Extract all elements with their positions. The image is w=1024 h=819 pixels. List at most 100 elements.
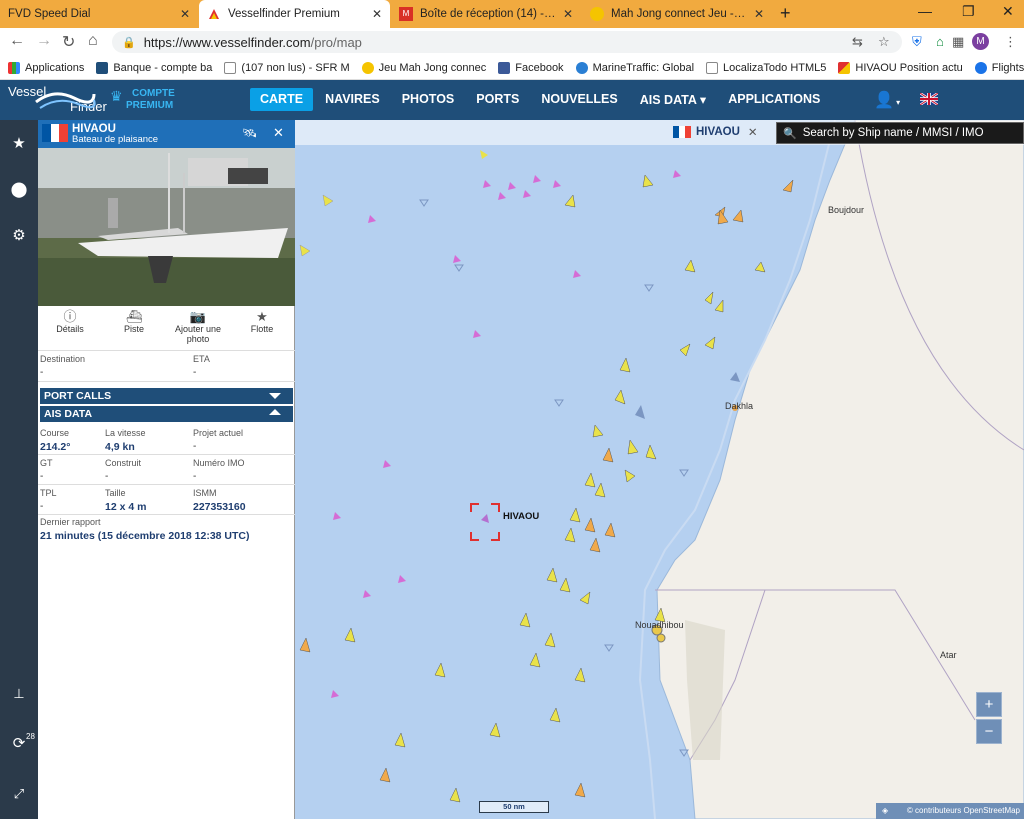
kebab-menu-icon[interactable]: ⋮ bbox=[1004, 34, 1017, 50]
gmail-icon: M bbox=[399, 7, 413, 21]
vessel-type: Bateau de plaisance bbox=[72, 134, 159, 145]
reload-icon[interactable]: ↻ bbox=[62, 32, 75, 52]
tab-fvd-speed-dial[interactable]: FVD Speed Dial ✕ bbox=[0, 0, 198, 28]
menu-photos[interactable]: PHOTOS bbox=[392, 88, 465, 111]
menu-navires[interactable]: NAVIRES bbox=[315, 88, 390, 111]
facebook-icon bbox=[498, 61, 511, 74]
new-tab-button[interactable]: + bbox=[780, 3, 791, 24]
star-icon[interactable]: ☆ bbox=[878, 34, 890, 50]
built-label: Construit bbox=[105, 458, 142, 468]
menu-ais-data[interactable]: AIS DATA ▾ bbox=[630, 88, 716, 111]
close-icon[interactable]: ✕ bbox=[180, 7, 190, 21]
size-label: Taille bbox=[105, 488, 126, 498]
zoom-out-button[interactable]: − bbox=[976, 719, 1002, 744]
tab-vesselfinder[interactable]: Vesselfinder Premium ✕ bbox=[199, 0, 390, 28]
tab-gmail[interactable]: M Boîte de réception (14) - martine ✕ bbox=[391, 0, 581, 28]
divider bbox=[38, 381, 295, 382]
fleet-button[interactable]: ★ Flotte bbox=[230, 309, 294, 348]
vessel-photo[interactable] bbox=[38, 148, 295, 306]
bookmark-flights[interactable]: Flights bbox=[974, 61, 1024, 74]
satellite-icon[interactable]: 🛰 bbox=[242, 126, 257, 140]
star-icon[interactable]: ★ bbox=[0, 134, 38, 152]
vesselfinder-favicon-icon bbox=[838, 61, 851, 74]
shield-icon[interactable]: ⛨ bbox=[912, 34, 922, 50]
port-calls-section[interactable]: PORT CALLS bbox=[40, 388, 293, 404]
menu-carte[interactable]: CARTE bbox=[250, 88, 314, 111]
tab-title: FVD Speed Dial bbox=[8, 8, 91, 20]
bookmark-marinetraffic[interactable]: MarineTraffic: Global bbox=[575, 61, 694, 74]
star-icon: ★ bbox=[256, 309, 268, 324]
bookmark-applications[interactable]: Applications bbox=[8, 61, 84, 74]
back-icon[interactable]: ← bbox=[9, 32, 25, 50]
tab-mahjong[interactable]: Mah Jong connect Jeu - Jeuxclic ✕ bbox=[582, 0, 772, 28]
divider bbox=[38, 350, 295, 351]
menu-applications[interactable]: APPLICATIONS bbox=[718, 88, 830, 111]
close-icon[interactable]: ✕ bbox=[372, 7, 382, 21]
zoom-in-button[interactable]: + bbox=[976, 692, 1002, 717]
maximize-button[interactable]: ❐ bbox=[962, 3, 975, 20]
draught-value: - bbox=[193, 441, 197, 452]
avatar[interactable]: M bbox=[972, 33, 989, 50]
menu-nouvelles[interactable]: NOUVELLES bbox=[531, 88, 627, 111]
page-icon bbox=[224, 61, 237, 74]
chevron-up-icon bbox=[269, 409, 281, 415]
bookmark-mahjong[interactable]: Jeu Mah Jong connec bbox=[361, 61, 486, 74]
minimize-button[interactable]: — bbox=[918, 3, 932, 19]
close-icon[interactable]: ✕ bbox=[748, 125, 758, 139]
antenna-icon[interactable]: ⊥ bbox=[0, 686, 38, 702]
map[interactable]: HIVAOU ✕ 🔍 Search by Ship name / MMSI / … bbox=[295, 120, 1024, 819]
close-icon[interactable]: ✕ bbox=[273, 125, 284, 141]
marinetraffic-icon bbox=[575, 61, 588, 74]
imo-label: Numéro IMO bbox=[193, 458, 245, 468]
info-icon: ⓘ bbox=[63, 309, 77, 324]
details-button[interactable]: ⓘ Détails bbox=[38, 309, 102, 348]
selected-vessel-label: HIVAOU bbox=[503, 511, 540, 522]
home-icon[interactable]: ⌂ bbox=[88, 32, 98, 50]
close-icon[interactable]: ✕ bbox=[754, 7, 764, 21]
bookmark-sfr[interactable]: (107 non lus) - SFR M bbox=[224, 61, 350, 74]
lock-icon: 🔒 bbox=[122, 36, 136, 49]
mmsi-value: 227353160 bbox=[193, 501, 246, 513]
ship-search-input[interactable]: 🔍 Search by Ship name / MMSI / IMO bbox=[776, 122, 1024, 144]
url-input[interactable]: 🔒 https://www.vesselfinder.com/pro/map bbox=[112, 31, 902, 53]
extension-home-icon[interactable]: ⌂ bbox=[936, 34, 944, 49]
tab-title: Mah Jong connect Jeu - Jeuxclic bbox=[611, 8, 748, 20]
tab-title: Boîte de réception (14) - martine bbox=[420, 8, 557, 20]
user-icon[interactable]: 👤 ▾ bbox=[874, 90, 900, 110]
bookmark-localizatodo[interactable]: LocalizaTodo HTML5 bbox=[706, 61, 826, 74]
divider bbox=[38, 514, 295, 515]
bookmark-facebook[interactable]: Facebook bbox=[498, 61, 564, 74]
divider bbox=[38, 454, 295, 455]
premium-crown-icon: ♛ bbox=[110, 88, 123, 104]
place-dakhla: Dakhla bbox=[725, 401, 754, 411]
camera-icon: 📷 bbox=[189, 309, 207, 324]
eta-value: - bbox=[193, 367, 197, 378]
bookmark-hivaou-position[interactable]: HIVAOU Position actu bbox=[838, 61, 963, 74]
premium-account[interactable]: ♛ COMPTE PREMIUM bbox=[110, 88, 175, 112]
close-icon[interactable]: ✕ bbox=[563, 7, 573, 21]
forward-icon[interactable]: → bbox=[36, 32, 52, 50]
bookmark-banque[interactable]: Banque - compte ba bbox=[96, 61, 212, 74]
vessel-panel-header: HIVAOU Bateau de plaisance 🛰 ✕ bbox=[38, 120, 295, 148]
expand-icon[interactable]: ⤢ bbox=[0, 786, 38, 802]
bank-icon bbox=[96, 61, 109, 74]
gear-icon[interactable]: ⚙ bbox=[0, 226, 38, 244]
menu-ports[interactable]: PORTS bbox=[466, 88, 529, 111]
place-boujdour: Boujdour bbox=[828, 205, 865, 215]
uk-flag-icon[interactable] bbox=[920, 93, 938, 105]
add-photo-button[interactable]: 📷 Ajouter une photo bbox=[166, 309, 230, 348]
map-attribution[interactable]: ◈ © contributeurs OpenStreetMap bbox=[876, 803, 1024, 819]
selected-vessel-tag[interactable]: HIVAOU ✕ bbox=[673, 125, 758, 139]
map-canvas[interactable] bbox=[295, 120, 1024, 819]
draught-label: Projet actuel bbox=[193, 428, 244, 438]
track-button[interactable]: ⛴ Piste bbox=[102, 310, 166, 348]
main-menu: CARTE NAVIRES PHOTOS PORTS NOUVELLES AIS… bbox=[250, 88, 832, 111]
puzzle-icon[interactable]: ▦ bbox=[952, 34, 964, 50]
gt-label: GT bbox=[40, 458, 53, 468]
pacman-icon bbox=[590, 7, 604, 21]
ais-data-section[interactable]: AIS DATA bbox=[40, 406, 293, 422]
france-flag-icon bbox=[673, 126, 691, 138]
translate-icon[interactable]: ⇆ bbox=[852, 34, 863, 50]
close-window-button[interactable]: ✕ bbox=[1002, 3, 1014, 20]
location-pin-icon[interactable]: ⬤ bbox=[0, 180, 38, 198]
